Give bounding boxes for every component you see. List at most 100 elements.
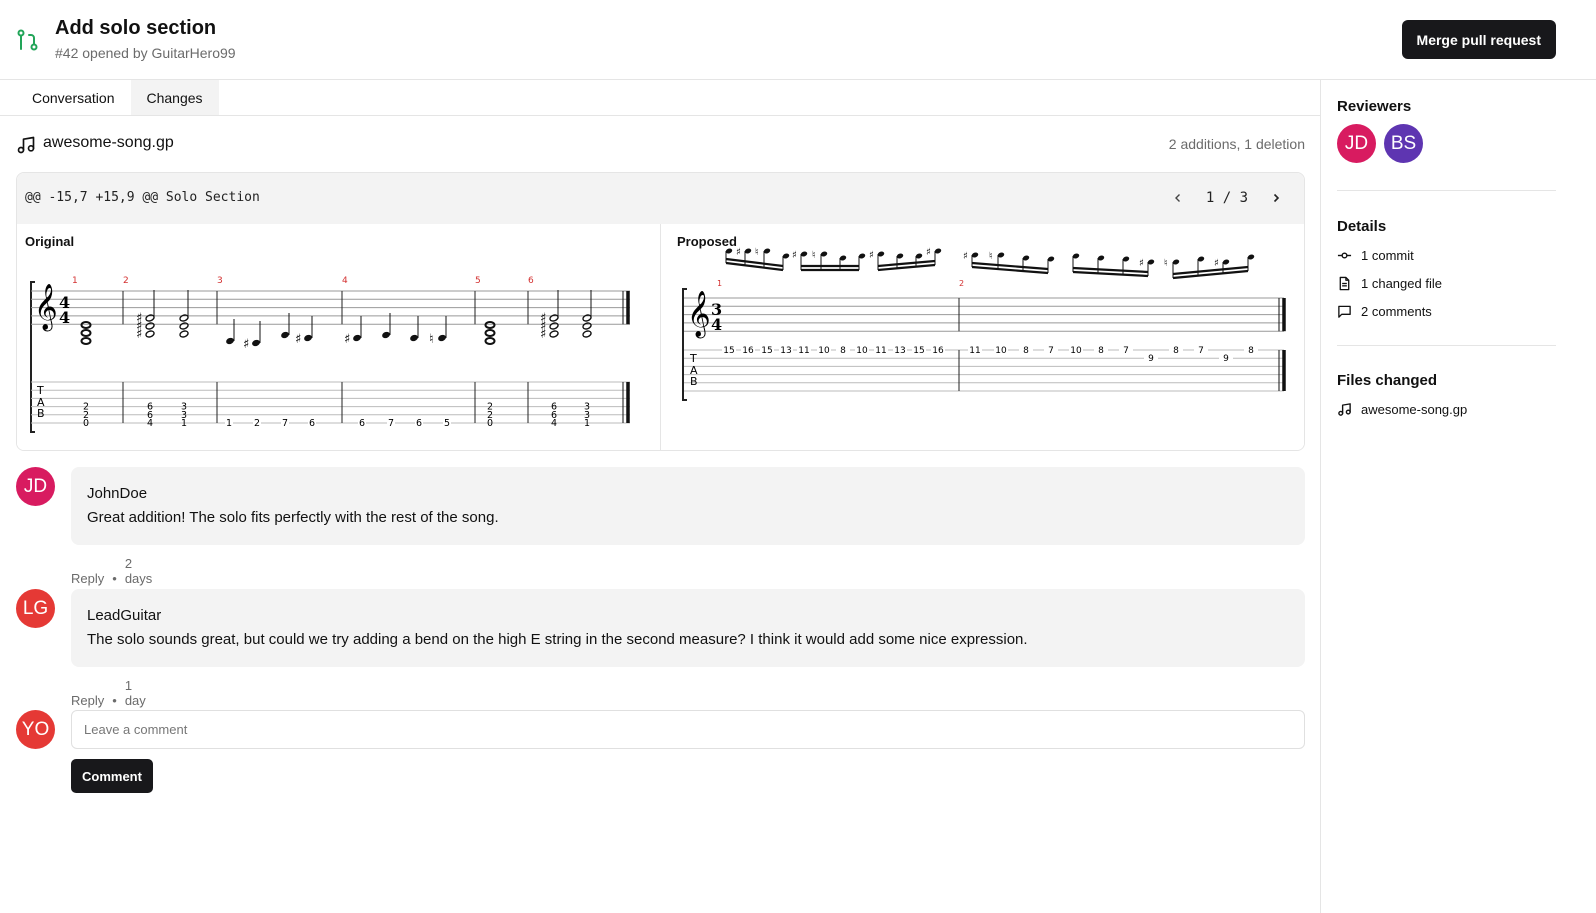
half-note [549, 322, 559, 330]
sidebar: Reviewers JD BS Details 1 commit 1 chang… [1337, 80, 1556, 423]
tab-fret-number: 6 [309, 418, 315, 429]
quarter-note [304, 334, 312, 342]
hunk-pager: 1 / 3 [1168, 187, 1286, 209]
whole-note [484, 321, 496, 329]
natural-sign: ♮ [812, 250, 816, 261]
tab-fret-number: 6 [359, 418, 365, 429]
time-signature-bottom: 4 [59, 308, 70, 327]
comment-author: LeadGuitar [87, 607, 162, 624]
hunk-total: 3 [1239, 190, 1248, 206]
merge-pull-request-button[interactable]: Merge pull request [1401, 20, 1556, 59]
previous-hunk-button[interactable] [1168, 187, 1188, 209]
natural-sign: ♮ [1164, 258, 1168, 269]
tab-fret-number: 2 [254, 418, 260, 429]
half-note [145, 330, 155, 338]
music-note-icon [1337, 402, 1352, 417]
half-note [145, 322, 155, 330]
natural-sign: ♮ [755, 247, 759, 258]
tab-fret-number: 7 [1198, 346, 1204, 356]
proposed-score: 𝄞 34TAB1 2♯ ♮ ♯ ♮ ♯ ♯ ♯ ♮♯ ♮ ♯15 16 15 13 11 10 8 10 11 13 15… [682, 247, 1286, 401]
beam [1072, 266, 1149, 274]
quarter-note [410, 334, 418, 342]
comment-text: Great addition! The solo fits perfectly … [87, 509, 499, 526]
tab-fret-number: 1 [181, 418, 187, 429]
whole-note [484, 329, 496, 337]
reviewers-section: Reviewers JD BS [1337, 80, 1556, 190]
comment-submit-button[interactable]: Comment [71, 759, 153, 793]
comment-author: JohnDoe [87, 485, 148, 502]
sharp-sign: ♯ [295, 332, 301, 347]
tab-fret-number: 8 [1248, 346, 1254, 356]
reply-link[interactable]: Reply [71, 693, 104, 708]
detail-label: 2 comments [1361, 303, 1432, 319]
tab-fret-number: 4 [551, 418, 557, 429]
meta-separator: • [112, 571, 117, 586]
quarter-note [353, 334, 361, 342]
tab-clef-b: B [37, 407, 45, 420]
comment-input[interactable] [71, 710, 1305, 749]
chevron-left-icon [1174, 194, 1180, 202]
tab-conversation[interactable]: Conversation [16, 80, 131, 115]
sharp-sign: ♯ [792, 250, 797, 261]
measure-number: 6 [528, 276, 534, 286]
main-content: Conversation Changes awesome-song.gp 2 a… [0, 80, 1321, 913]
half-note [582, 330, 592, 338]
proposed-pane: Proposed 𝄞 3 4 T A B 1 2 ♯ ♮ ♯ ♮ ♯ ♯ ♯ ♮ ♯ ♮ ♯ 15 16 15 13 11 10… [662, 224, 1304, 450]
hunk-separator: / [1222, 190, 1232, 206]
files-changed-title: Files changed [1337, 372, 1438, 389]
tab-fret-number: 13 [780, 346, 791, 356]
hunk-current: 1 [1205, 190, 1215, 206]
half-note [549, 314, 559, 322]
next-hunk-button[interactable] [1266, 187, 1286, 209]
quarter-note [252, 339, 260, 347]
measure-number: 3 [217, 276, 223, 286]
detail-label: 1 changed file [1361, 275, 1442, 291]
tab-fret-number: 15 [913, 346, 924, 356]
detail-commits: 1 commit [1337, 241, 1556, 269]
tab-fret-number: 7 [1048, 346, 1054, 356]
measure-number: 1 [717, 279, 722, 288]
tab-fret-number: 1 [226, 418, 232, 429]
tab-fret-number: 9 [1223, 354, 1229, 364]
tab-fret-number: 15 [761, 346, 772, 356]
whole-note [80, 337, 92, 345]
sharp-sign: ♯ [1139, 258, 1144, 269]
tab-clef-b: B [690, 375, 698, 388]
original-pane: Original 𝄞 4 4 T A B 1 2 3 4 5 6 ♯ ♯ ♯ ♯ ♯ ♯ ♮ ♯ ♯ ♯ 2 2 0 6 6 4 3 3 1… [17, 224, 661, 450]
avatar: LG [16, 589, 55, 628]
tab-changes[interactable]: Changes [130, 80, 219, 115]
whole-note [80, 321, 92, 329]
hunk-counter: 1 / 3 [1206, 190, 1248, 206]
natural-sign: ♮ [429, 332, 434, 347]
reviewer-avatar[interactable]: JD [1337, 124, 1376, 163]
changed-file-link[interactable]: awesome-song.gp [1337, 395, 1556, 423]
comment-bubble: LeadGuitar The solo sounds great, but co… [71, 589, 1305, 667]
tab-fret-number: 4 [147, 418, 153, 429]
reply-link[interactable]: Reply [71, 571, 104, 586]
quarter-note [382, 331, 390, 339]
tab-fret-number: 8 [1098, 346, 1104, 356]
tab-fret-number: 0 [487, 418, 493, 429]
tab-fret-number: 9 [1148, 354, 1154, 364]
whole-note [80, 329, 92, 337]
pull-request-icon [17, 29, 38, 51]
quarter-note [281, 331, 289, 339]
sharp-sign: ♯ [540, 327, 546, 342]
reviewer-avatar[interactable]: BS [1384, 124, 1423, 163]
avatar: JD [16, 467, 55, 506]
file-name[interactable]: awesome-song.gp [43, 134, 174, 152]
meta-separator: • [112, 693, 117, 708]
tab-fret-number: 8 [1173, 346, 1179, 356]
tab-fret-number: 10 [818, 346, 830, 356]
half-note [582, 314, 592, 322]
tab-fret-number: 11 [969, 346, 980, 356]
details-title: Details [1337, 218, 1387, 235]
half-note [179, 322, 189, 330]
natural-sign: ♮ [989, 251, 993, 262]
sharp-sign: ♯ [869, 250, 874, 261]
tab-fret-number: 8 [840, 346, 846, 356]
sharp-sign: ♯ [136, 327, 142, 342]
tab-fret-number: 0 [83, 418, 89, 429]
half-note [582, 322, 592, 330]
quarter-note [226, 337, 234, 345]
